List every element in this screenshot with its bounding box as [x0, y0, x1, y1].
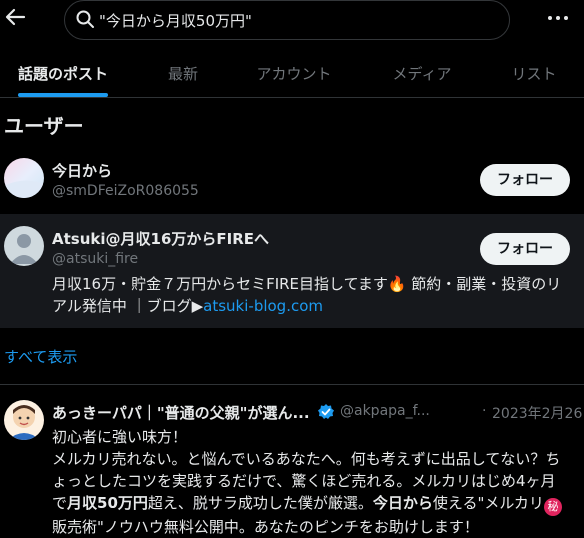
section-title-users: ユーザー [4, 114, 84, 138]
bio-line: アル発信中 ｜ブログ▶atsuki-blog.com [52, 295, 584, 317]
show-all-link[interactable]: すべて表示 [4, 346, 77, 367]
separator-dot: · [482, 403, 487, 419]
post-line: ょっとしたコツを実践するだけで、驚くほど売れる。メルカリはじめ4ヶ月 [52, 472, 556, 490]
post-text: 初心者に強い味方！ メルカリ売れない。と悩んでいるあなたへ。何も考えずに出品して… [52, 426, 568, 538]
search-icon [75, 9, 97, 31]
tab-top-posts[interactable]: 話題のポスト [0, 48, 126, 98]
post-author-handle[interactable]: @akpapa_f... [340, 403, 430, 419]
more-options-icon[interactable] [546, 6, 570, 30]
bio-line: 月収16万・貯金７万円からセミFIRE目指してます🔥 節約・副業・投資のリ [52, 275, 562, 293]
avatar[interactable] [4, 226, 44, 266]
avatar[interactable] [4, 158, 44, 198]
active-tab-indicator [18, 93, 108, 97]
user-name[interactable]: Atsuki@月収16万からFIREへ [52, 228, 269, 249]
user-name[interactable]: 今日から [52, 160, 112, 181]
user-cell[interactable]: Atsuki@月収16万からFIREへ @atsuki_fire フォロー 月収… [0, 214, 584, 328]
user-handle[interactable]: @smDFeiZoR086055 [52, 183, 199, 199]
post-text-segment: 超え、脱サラ成功した僕が厳選。 [147, 494, 373, 512]
tab-lists[interactable]: リスト [490, 48, 578, 98]
tab-accounts[interactable]: アカウント [240, 48, 348, 98]
post-date[interactable]: 2023年2月26日 [492, 403, 582, 423]
follow-button[interactable]: フォロー [480, 164, 570, 196]
post-highlight-keyword: 月収50万円 [67, 494, 148, 512]
post-text-segment: 使える"メルカリ [432, 494, 544, 512]
search-box[interactable] [64, 0, 510, 40]
post-author-avatar[interactable] [4, 400, 44, 440]
user-bio: 月収16万・貯金７万円からセミFIRE目指してます🔥 節約・副業・投資のリ アル… [52, 273, 584, 317]
bio-text: アル発信中 ｜ブログ▶ [52, 297, 204, 315]
top-bar [0, 0, 584, 40]
follow-button[interactable]: フォロー [480, 233, 570, 265]
post-text-segment: で [52, 494, 68, 512]
tab-latest[interactable]: 最新 [126, 48, 240, 98]
post-header: あっきーパパ｜"普通の父親"が選ん... @akpapa_f... · 2023… [52, 402, 582, 424]
post-line: メルカリ売れない。と悩んでいるあなたへ。何も考えずに出品してない？ち [52, 450, 561, 468]
post-author-name[interactable]: あっきーパパ｜"普通の父親"が選ん... [52, 402, 310, 423]
post-highlight-keyword: 今日から [372, 494, 433, 512]
user-cell[interactable]: 今日から @smDFeiZoR086055 フォロー [0, 146, 584, 212]
back-arrow-icon[interactable] [4, 6, 26, 28]
tab-media[interactable]: メディア [374, 48, 470, 98]
verified-badge-icon [317, 403, 335, 421]
divider [0, 384, 584, 385]
secret-seal-emoji: 秘 [543, 498, 562, 516]
search-input[interactable] [99, 9, 489, 31]
post-line: 販売術"ノウハウ無料公開中。あなたのピンチをお助けします！ [52, 518, 479, 536]
bio-link[interactable]: atsuki-blog.com [203, 297, 323, 315]
post-line: で月収50万円超え、脱サラ成功した僕が厳選。今日から使える"メルカリ秘 [52, 492, 568, 516]
post-line: 初心者に強い味方！ [52, 428, 188, 446]
tab-bar: 話題のポスト 最新 アカウント メディア リスト [0, 48, 584, 98]
user-handle[interactable]: @atsuki_fire [52, 251, 138, 267]
